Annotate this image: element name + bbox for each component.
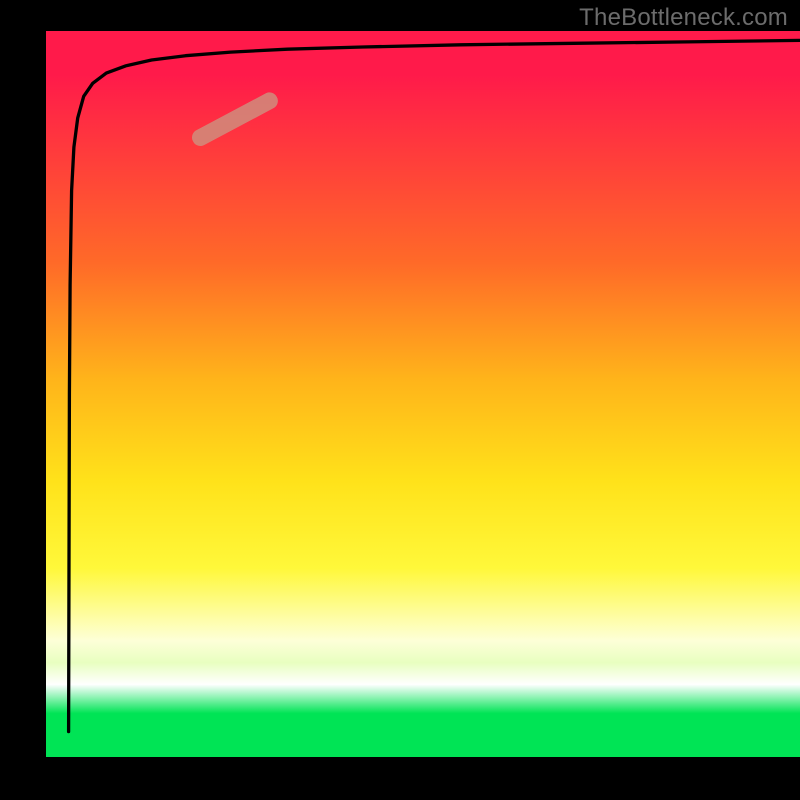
data-curve	[69, 40, 800, 731]
plot-area	[46, 31, 800, 757]
chart-container: TheBottleneck.com	[0, 0, 800, 800]
watermark-text: TheBottleneck.com	[579, 4, 788, 32]
curve-svg	[46, 31, 800, 757]
